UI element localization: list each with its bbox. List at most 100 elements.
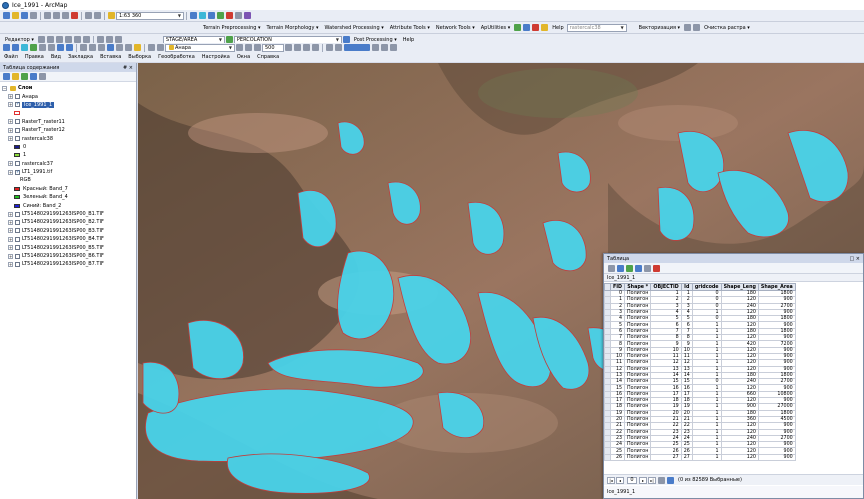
toc-pin-close[interactable]: # ×	[123, 65, 133, 71]
menu-selection[interactable]: Выборка	[128, 54, 151, 60]
raster-layer-dropdown[interactable]: rastercalc38 ▼	[566, 23, 627, 32]
expand-toggle-icon[interactable]: +	[8, 253, 13, 259]
list-by-drawing-order-icon[interactable]	[3, 73, 10, 80]
percolation-pencil-icon[interactable]	[225, 36, 233, 43]
toc-layer-item[interactable]: + rastercalc37	[2, 160, 136, 168]
toc-window-icon[interactable]	[199, 12, 206, 19]
toc-layer-item[interactable]: Синий: Band_2	[2, 201, 136, 209]
select-by-attributes-icon[interactable]	[626, 264, 633, 272]
terrain-morphology-menu[interactable]: Terrain Morphology ▾	[267, 25, 319, 31]
toc-layer-item[interactable]: Красный: Band_7	[2, 185, 136, 193]
pan-icon[interactable]	[21, 44, 28, 51]
model-builder-icon[interactable]	[244, 12, 251, 19]
color-ramp-icon[interactable]	[344, 44, 370, 51]
next-record-button[interactable]: ▸	[639, 476, 647, 484]
column-header[interactable]: Shape *	[624, 283, 652, 291]
menu-insert[interactable]: Вставка	[100, 54, 121, 60]
aputilities-menu[interactable]: ApUtilities ▾	[481, 25, 511, 31]
fixed-zoom-out-icon[interactable]	[48, 44, 55, 51]
menu-view[interactable]: Вид	[51, 54, 61, 60]
menu-geoprocessing[interactable]: Геообработка	[158, 54, 195, 60]
open-folder-icon[interactable]	[12, 12, 19, 19]
toc-layer-item[interactable]: 0	[2, 143, 136, 151]
layer-tool-icon[interactable]	[236, 44, 243, 51]
vertex-tool-icon[interactable]	[55, 36, 63, 43]
redo-icon[interactable]	[94, 12, 101, 19]
zoom-in-icon[interactable]	[3, 44, 10, 51]
image-tool-2-icon[interactable]	[335, 44, 342, 51]
spatial-tool-2-icon[interactable]	[294, 44, 301, 51]
show-all-records-icon[interactable]	[658, 476, 665, 484]
prev-record-button[interactable]: ◂	[616, 476, 624, 484]
clear-selection-icon[interactable]	[89, 44, 96, 51]
tool-c-icon[interactable]	[532, 24, 540, 31]
column-header[interactable]: gridcode	[691, 283, 722, 291]
toc-layer-item[interactable]: + LT51480291991263ISP00_B5.TIF	[2, 243, 136, 251]
undo-icon[interactable]	[85, 12, 92, 19]
toc-layer-item[interactable]: RGB	[2, 176, 136, 184]
layer-visibility-checkbox[interactable]	[15, 94, 20, 100]
menu-bookmarks[interactable]: Закладка	[68, 54, 93, 60]
python-window-icon[interactable]	[235, 12, 242, 19]
toc-options-icon[interactable]	[39, 73, 46, 80]
attribute-table-layer-tab[interactable]: Ice_1991_1	[604, 274, 863, 282]
expand-toggle-icon[interactable]: +	[8, 102, 13, 108]
new-document-icon[interactable]	[3, 12, 10, 19]
map-scale-dropdown[interactable]: 1:63 360 ▼	[116, 11, 184, 20]
menu-edit[interactable]: Правка	[25, 54, 44, 60]
georef-tool-icon[interactable]	[96, 36, 104, 43]
menu-customize[interactable]: Настройка	[202, 54, 230, 60]
network-tools-menu[interactable]: Network Tools ▾	[436, 25, 475, 31]
layer-visibility-checkbox[interactable]	[15, 261, 20, 267]
toc-layer-item[interactable]: + rastercalc38	[2, 134, 136, 142]
last-record-button[interactable]: ▸|	[648, 476, 656, 484]
toc-layer-item[interactable]: 1	[2, 151, 136, 159]
delete-icon[interactable]	[71, 12, 78, 19]
expand-toggle-icon[interactable]: +	[8, 94, 13, 100]
raster-cleanup-menu[interactable]: Очистка растра ▾	[704, 25, 750, 31]
tool-b-icon[interactable]	[523, 24, 531, 31]
image-tool-4-icon[interactable]	[381, 44, 388, 51]
help-menu-3[interactable]: Help	[403, 37, 414, 43]
toc-layer-item[interactable]: + Анара	[2, 92, 136, 100]
layer-dropdown[interactable]: Анара ▼	[165, 43, 235, 52]
sketch-tool-icon[interactable]	[46, 36, 54, 43]
switch-selection-icon[interactable]	[635, 264, 642, 272]
column-header[interactable]: Shape_Area	[757, 283, 796, 291]
attribute-table-bottom-tab[interactable]: Ice_1991_1	[604, 486, 863, 498]
layer-tool-3-icon[interactable]	[254, 44, 261, 51]
back-icon[interactable]	[57, 44, 64, 51]
search-window-icon[interactable]	[217, 12, 224, 19]
layer-visibility-checkbox[interactable]	[15, 253, 20, 259]
column-header[interactable]: Id	[680, 283, 693, 291]
toc-layer-item[interactable]: + Ice_1991_1	[2, 101, 136, 109]
vector-tool-2-icon[interactable]	[693, 24, 701, 31]
paste-icon[interactable]	[62, 12, 69, 19]
toc-layer-item[interactable]: + LT51480291991263ISP00_B4.TIF	[2, 235, 136, 243]
expand-toggle-icon[interactable]: +	[8, 161, 13, 167]
editor-menu[interactable]: Редактор ▾	[5, 37, 34, 43]
print-icon[interactable]	[30, 12, 37, 19]
zoom-value-field[interactable]: 500	[262, 43, 284, 52]
terrain-preprocessing-menu[interactable]: Terrain Preprocessing ▾	[203, 25, 261, 31]
toc-layer-item[interactable]: + LT51480291991263ISP00_B2.TIF	[2, 218, 136, 226]
list-by-source-icon[interactable]	[12, 73, 19, 80]
toc-layer-item[interactable]: + LT51480291991263ISP00_B3.TIF	[2, 227, 136, 235]
column-header[interactable]: FID	[609, 283, 626, 291]
toc-layer-item[interactable]	[2, 109, 136, 117]
attribute-tools-menu[interactable]: Attribute Tools ▾	[390, 25, 430, 31]
toc-layer-item[interactable]: + RasterT_raster12	[2, 126, 136, 134]
vectorization-menu[interactable]: Векторизация ▾	[639, 25, 680, 31]
expand-toggle-icon[interactable]: +	[8, 127, 13, 133]
post-processing-menu[interactable]: Post Processing ▾	[354, 37, 397, 43]
spatial-tool-4-icon[interactable]	[312, 44, 319, 51]
toc-layer-item[interactable]: + LT1_1991.tif	[2, 168, 136, 176]
first-record-button[interactable]: |◂	[607, 476, 615, 484]
current-record-field[interactable]: 0	[627, 476, 637, 484]
cut-icon[interactable]	[44, 12, 51, 19]
menu-windows[interactable]: Окна	[237, 54, 250, 60]
tool-d-icon[interactable]	[541, 24, 549, 31]
layer-visibility-checkbox[interactable]	[15, 127, 20, 133]
column-header[interactable]: Shape_Leng	[720, 283, 759, 291]
layer-visibility-checkbox[interactable]	[15, 119, 20, 125]
